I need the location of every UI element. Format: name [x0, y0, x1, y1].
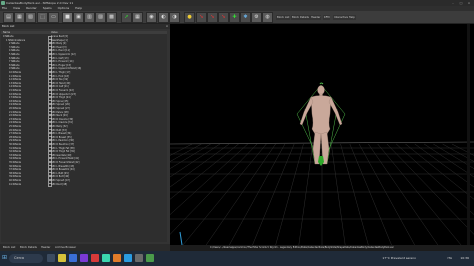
grid-line [225, 143, 286, 251]
grid-line [414, 143, 474, 188]
grid-line [249, 143, 295, 251]
table-row[interactable]: 41 NiNode NPC Root [48] [1, 182, 167, 188]
taskbar: ⊞ Cerca 17°C Prevalent sereno ITA 10:36 [0, 251, 474, 266]
tab-kfm[interactable]: KFM [323, 15, 331, 20]
grid-line [405, 143, 474, 200]
tab-block-details[interactable]: Block Details [291, 15, 310, 20]
menu-spells[interactable]: Spells [43, 6, 52, 10]
scene-svg [170, 82, 474, 251]
grid-line [170, 143, 202, 162]
head-highlight [319, 82, 324, 85]
viewport-scrollbar[interactable] [467, 24, 470, 251]
bottom-tab-block-list[interactable]: Block List [3, 245, 15, 250]
grid-line [273, 143, 304, 251]
block-tree[interactable]: 0 NiNode Scene Root [0] 1 NiSkinInstance Ba… [1, 34, 167, 242]
row-value: NPC Root [48] [51, 182, 68, 186]
app-icon-5[interactable] [135, 254, 143, 262]
red-arrow-icon-1[interactable]: ➘ [196, 12, 207, 23]
block-list-panel: Block List × Name Value 0 NiNode Scene Ro… [0, 24, 170, 244]
view-top-icon[interactable]: ▨ [95, 12, 106, 23]
nifskope-task-icon[interactable] [146, 254, 154, 262]
reload-icon[interactable]: ▧ [25, 12, 36, 23]
selected-vertex-marker [318, 156, 324, 166]
grid-line [340, 143, 371, 251]
toolbar: ▤ ▦ ▧ ⬚ ▭ ■ ▣ ▥ ▨ ▩ ➚ ▦ ◉ ◐ ◑ ● ➘ ➘ ➘ ✚ … [0, 11, 474, 24]
grid-line [170, 143, 221, 178]
store-icon[interactable] [80, 254, 88, 262]
grid-line [349, 143, 395, 251]
grid-line [177, 143, 267, 251]
tab-block-list[interactable]: Block List [276, 15, 291, 20]
bulb-icon[interactable]: ● [184, 12, 195, 23]
panel-close-icon[interactable]: × [166, 24, 168, 29]
grid-line [358, 143, 419, 251]
edge-icon[interactable] [69, 254, 77, 262]
clock[interactable]: 10:36 [460, 256, 469, 260]
bottom-tab-header[interactable]: Header [41, 245, 50, 250]
taskbar-search[interactable]: Cerca [9, 254, 43, 263]
shading-icon[interactable]: ◑ [169, 12, 180, 23]
skeleton-icon[interactable]: ✱ [240, 12, 251, 23]
load-icon[interactable]: ▤ [3, 12, 14, 23]
task-view-icon[interactable] [47, 254, 55, 262]
windows-start-icon[interactable]: ⊞ [2, 255, 8, 261]
zoom-icon[interactable]: ⬚ [37, 12, 48, 23]
grid-line [386, 143, 474, 235]
grid-line [170, 143, 211, 169]
eye-icon[interactable]: ◉ [146, 12, 157, 23]
view-side-icon[interactable]: ▥ [84, 12, 95, 23]
character-model [299, 85, 343, 165]
grid-line [331, 143, 347, 251]
save-icon[interactable]: ▦ [14, 12, 25, 23]
weather-text[interactable]: 17°C Prevalent sereno [382, 256, 416, 260]
z-axis-line [179, 231, 183, 246]
app-icon-2[interactable] [102, 254, 110, 262]
grid-icon[interactable]: ▦ [132, 12, 143, 23]
render-viewport[interactable] [170, 24, 474, 251]
menu-render[interactable]: Render [26, 6, 37, 10]
app-icon-4[interactable] [124, 254, 132, 262]
overlay-icon[interactable]: ◍ [262, 12, 273, 23]
grid-line [201, 143, 276, 251]
grid-line [297, 143, 313, 251]
menu-file[interactable]: File [2, 6, 7, 10]
panel-header: Block List × [0, 24, 170, 29]
app-icon-3[interactable] [113, 254, 121, 262]
green-arrow-icon[interactable]: ➚ [121, 12, 132, 23]
grid-line [170, 143, 258, 235]
view-user-icon[interactable]: ▩ [106, 12, 117, 23]
grid-line [396, 143, 474, 215]
app-icon [1, 1, 5, 5]
light-icon[interactable]: ◐ [158, 12, 169, 23]
grid-line [368, 143, 443, 251]
red-arrow-icon-2[interactable]: ➘ [207, 12, 218, 23]
bottom-tab-archive-browser[interactable]: Archive Browser [55, 245, 76, 250]
language-indicator[interactable]: ITA [447, 256, 452, 260]
menu-help[interactable]: Help [75, 6, 82, 10]
app-icon-1[interactable] [91, 254, 99, 262]
row-name: 41 NiNode [9, 182, 22, 186]
file-explorer-icon[interactable] [58, 254, 66, 262]
view-front-icon[interactable]: ▣ [73, 12, 84, 23]
select-icon[interactable]: ■ [62, 12, 73, 23]
settings-icon[interactable]: ⚙ [251, 12, 262, 23]
tab-header[interactable]: Header [310, 15, 322, 20]
bottom-tab-block-details[interactable]: Block Details [20, 245, 37, 250]
red-arrow-icon-3[interactable]: ➘ [218, 12, 229, 23]
green-check-icon[interactable]: ✚ [229, 12, 240, 23]
panel-title: Block List [2, 25, 15, 28]
grid-line [170, 143, 230, 188]
tab-interactive-help[interactable]: Interactive Help [333, 15, 356, 20]
bottom-tabs: Block List Block Details Header Archive … [0, 244, 170, 251]
grid-line [170, 143, 248, 215]
menu-options[interactable]: Options [58, 6, 70, 10]
camera-icon[interactable]: ▭ [48, 12, 59, 23]
search-placeholder: Cerca [14, 256, 25, 260]
menu-view[interactable]: View [13, 6, 20, 10]
grid-line [377, 143, 467, 251]
